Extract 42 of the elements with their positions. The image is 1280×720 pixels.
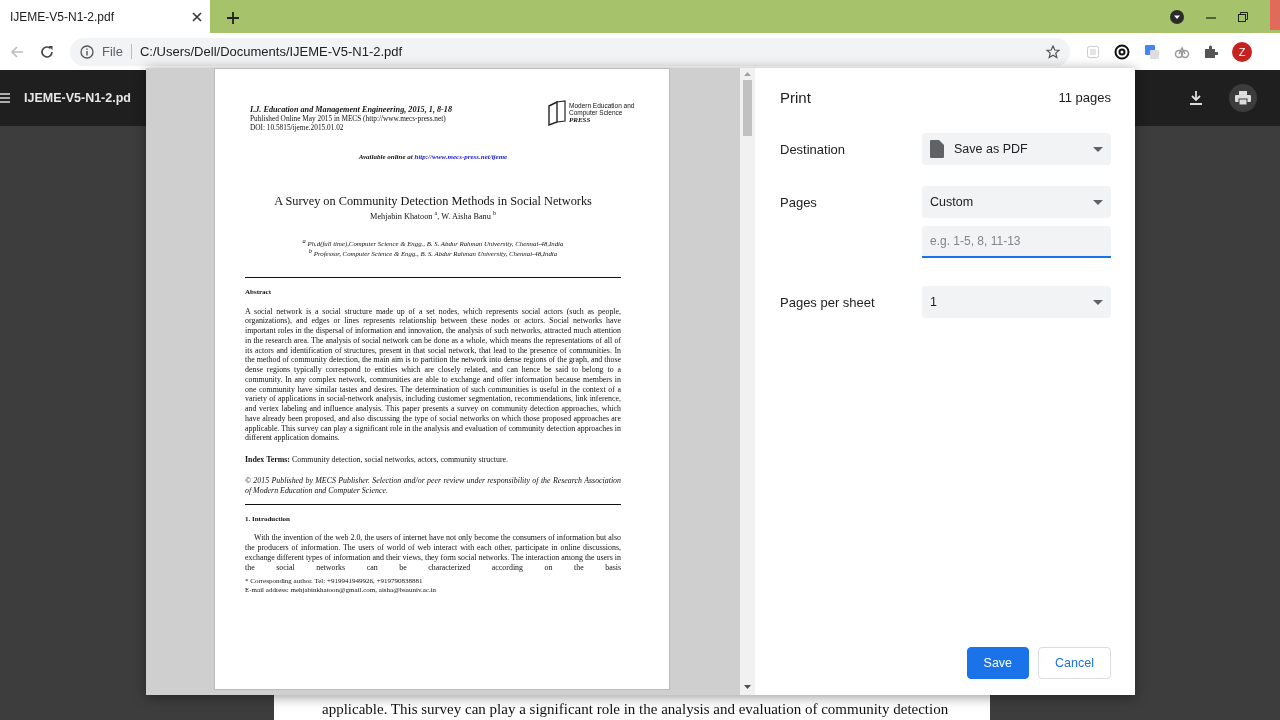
- scrollbar[interactable]: [740, 68, 755, 695]
- author-line: Mehjabin Khatoon $^{a}$, W. Aisha Banu $^{b}$: [369, 212, 497, 221]
- info-icon: [80, 44, 94, 59]
- page-text: applicable. This survey can play a significant role in the analysis and evaluation of community detection: [322, 701, 949, 718]
- dialog-title: Print: [780, 89, 811, 106]
- setting-label: Destination: [780, 141, 847, 157]
- dropdown-circle-icon[interactable]: [1170, 9, 1184, 24]
- puzzle-icon[interactable]: [1204, 44, 1218, 59]
- restore-icon[interactable]: [1238, 11, 1248, 22]
- caret-icon: [1093, 199, 1103, 205]
- caret-icon: [1093, 299, 1103, 305]
- star-icon[interactable]: [1046, 44, 1060, 59]
- dropdown[interactable]: 1: [922, 286, 1111, 318]
- document-icon: [930, 140, 944, 158]
- setting-label: Pages per sheet: [780, 294, 876, 310]
- dropdown[interactable]: Custom: [922, 186, 1111, 218]
- print-button[interactable]: [1229, 84, 1257, 112]
- profile-avatar[interactable]: Z: [1232, 41, 1252, 62]
- save-button[interactable]: Save: [966, 647, 1030, 679]
- page-range-field[interactable]: e.g. 1-5, 8, 11-13: [922, 226, 1111, 258]
- document-title: IJEME-V5-N1-2.pd: [24, 91, 131, 105]
- download-icon[interactable]: [1189, 91, 1203, 105]
- tab-title: IJEME-V5-N1-2.pdf: [10, 9, 116, 24]
- plus-icon[interactable]: [226, 11, 240, 25]
- printer-icon: [1235, 91, 1251, 105]
- reload-icon[interactable]: [40, 44, 54, 59]
- setting-label: Pages: [780, 194, 818, 210]
- browser-tab[interactable]: IJEME-V5-N1-2.pdf: [0, 0, 210, 33]
- close-icon[interactable]: [192, 11, 202, 22]
- url-text: C:/Users/Dell/Documents/IJEME-V5-N1-2.pdf: [139, 44, 404, 59]
- paper-title: A Survey on Community Detection Methods in Social Networks: [273, 194, 593, 209]
- translate-icon[interactable]: [1144, 43, 1160, 60]
- dropdown[interactable]: Save as PDF: [922, 133, 1111, 165]
- journal-line: I.J. Education and Management Engineering, 2015, 1, 8-18: [250, 105, 452, 114]
- page-count: 11 pages: [1058, 90, 1111, 105]
- book-icon: [547, 99, 567, 126]
- caret-icon: [1093, 146, 1103, 152]
- address-bar[interactable]: File C:/Users/Dell/Documents/IJEME-V5-N1-2.pdf: [70, 37, 1070, 66]
- cancel-button[interactable]: Cancel: [1038, 647, 1111, 679]
- menu-icon[interactable]: [0, 93, 10, 103]
- scheme-label: File: [102, 44, 132, 59]
- extension-icon[interactable]: [1114, 43, 1130, 60]
